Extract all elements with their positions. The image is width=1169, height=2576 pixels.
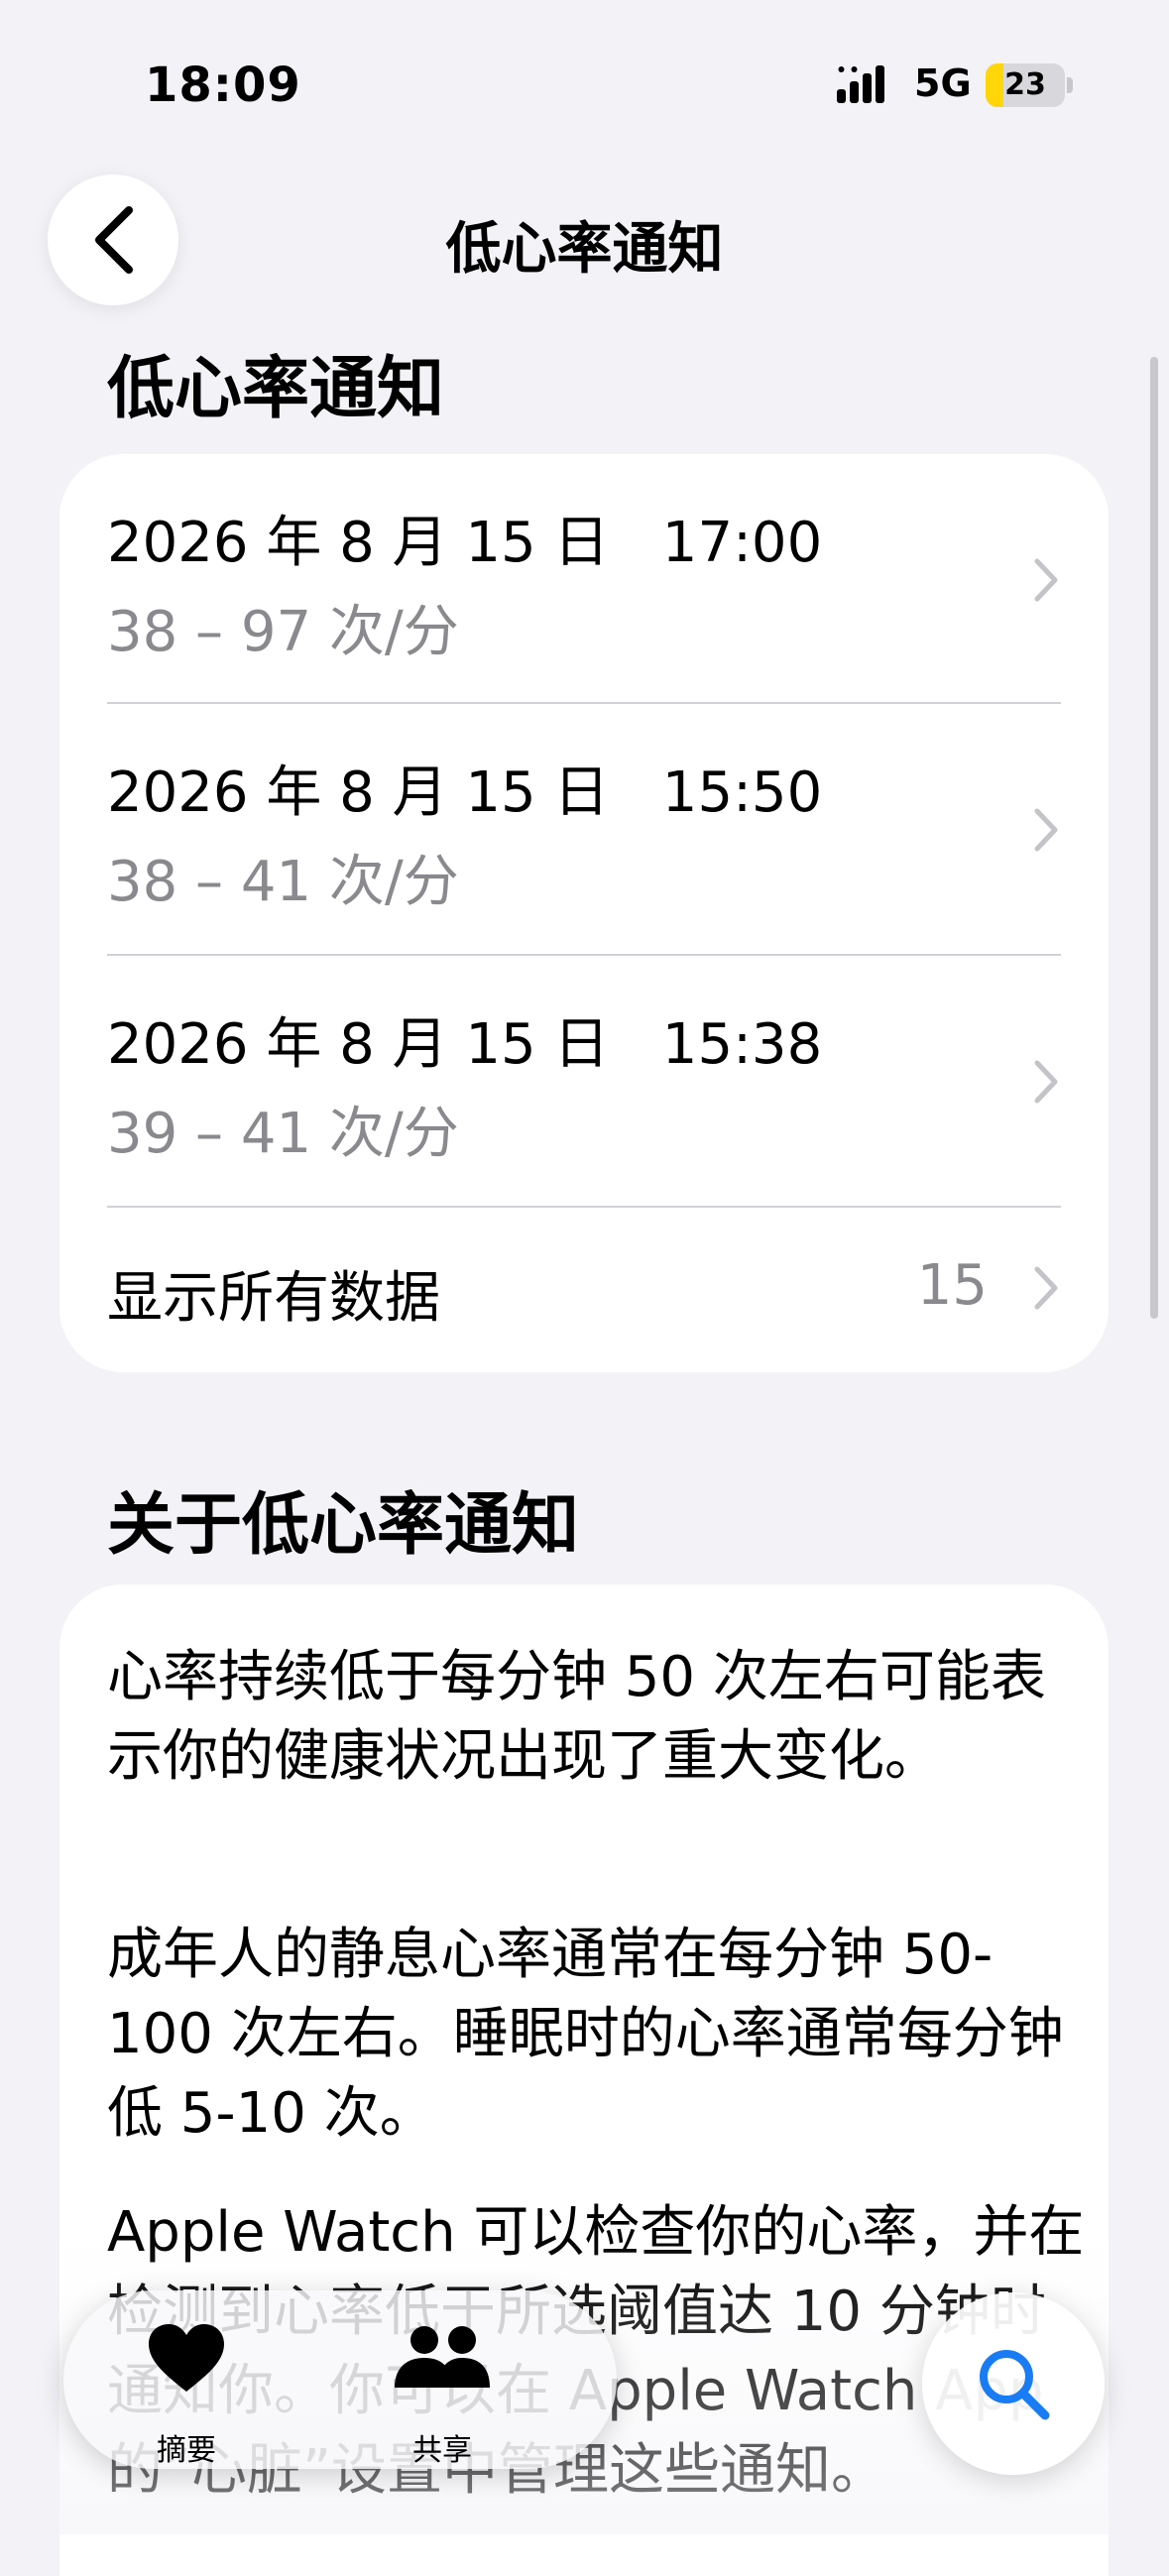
chevron-right-icon <box>1034 1266 1058 1310</box>
notifications-card: 2026 年 8 月 15 日 17:00 38 – 97 次/分 2026 年… <box>59 454 1109 1372</box>
battery-percent: 23 <box>1004 67 1046 102</box>
nav-title: 低心率通知 <box>445 217 724 282</box>
chevron-right-icon <box>1034 558 1058 602</box>
search-button[interactable] <box>922 2292 1105 2475</box>
about-paragraph: 成年人的静息心率通常在每分钟 50-100 次左右。睡眠时的心率通常每分钟低 5… <box>107 1923 1064 2146</box>
chevron-right-icon <box>1034 808 1058 852</box>
notification-range: 38 – 97 次/分 <box>107 600 459 664</box>
heart-icon <box>149 2324 224 2392</box>
network-label: 5G <box>914 61 972 105</box>
notification-row[interactable]: 2026 年 8 月 15 日 15:38 39 – 41 次/分 <box>59 956 1109 1206</box>
search-icon <box>980 2350 1050 2420</box>
notification-range: 39 – 41 次/分 <box>107 1102 459 1166</box>
status-bar: 18:09 5G 23 <box>0 0 1169 169</box>
scroll-indicator[interactable] <box>1150 357 1158 1319</box>
status-time: 18:09 <box>145 58 301 113</box>
tab-sharing[interactable]: 共享 <box>353 2316 531 2468</box>
people-icon <box>395 2326 490 2388</box>
battery-indicator: 23 <box>986 63 1065 107</box>
notification-row[interactable]: 2026 年 8 月 15 日 17:00 38 – 97 次/分 <box>59 454 1109 702</box>
tab-summary-label: 摘要 <box>157 2433 216 2468</box>
tab-sharing-label: 共享 <box>412 2433 472 2468</box>
notification-datetime: 2026 年 8 月 15 日 17:00 <box>107 511 823 575</box>
battery-cap <box>1067 77 1073 93</box>
show-all-count: 15 <box>916 1253 988 1318</box>
notification-datetime: 2026 年 8 月 15 日 15:50 <box>107 761 823 825</box>
show-all-label: 显示所有数据 <box>107 1266 440 1331</box>
notification-row[interactable]: 2026 年 8 月 15 日 15:50 38 – 41 次/分 <box>59 704 1109 954</box>
tab-summary[interactable]: 摘要 <box>97 2316 276 2468</box>
signal-icon <box>837 65 884 103</box>
chevron-right-icon <box>1034 1060 1058 1104</box>
show-all-data-row[interactable]: 显示所有数据 15 <box>59 1208 1109 1372</box>
section-title-notifications: 低心率通知 <box>107 350 445 428</box>
tab-bar: 摘要 共享 <box>63 2290 617 2469</box>
notification-range: 38 – 41 次/分 <box>107 850 459 914</box>
notification-datetime: 2026 年 8 月 15 日 15:38 <box>107 1012 823 1077</box>
about-paragraph: 心率持续低于每分钟 50 次左右可能表示你的健康状况出现了重大变化。 <box>107 1645 1046 1789</box>
section-title-about: 关于低心率通知 <box>107 1486 580 1565</box>
